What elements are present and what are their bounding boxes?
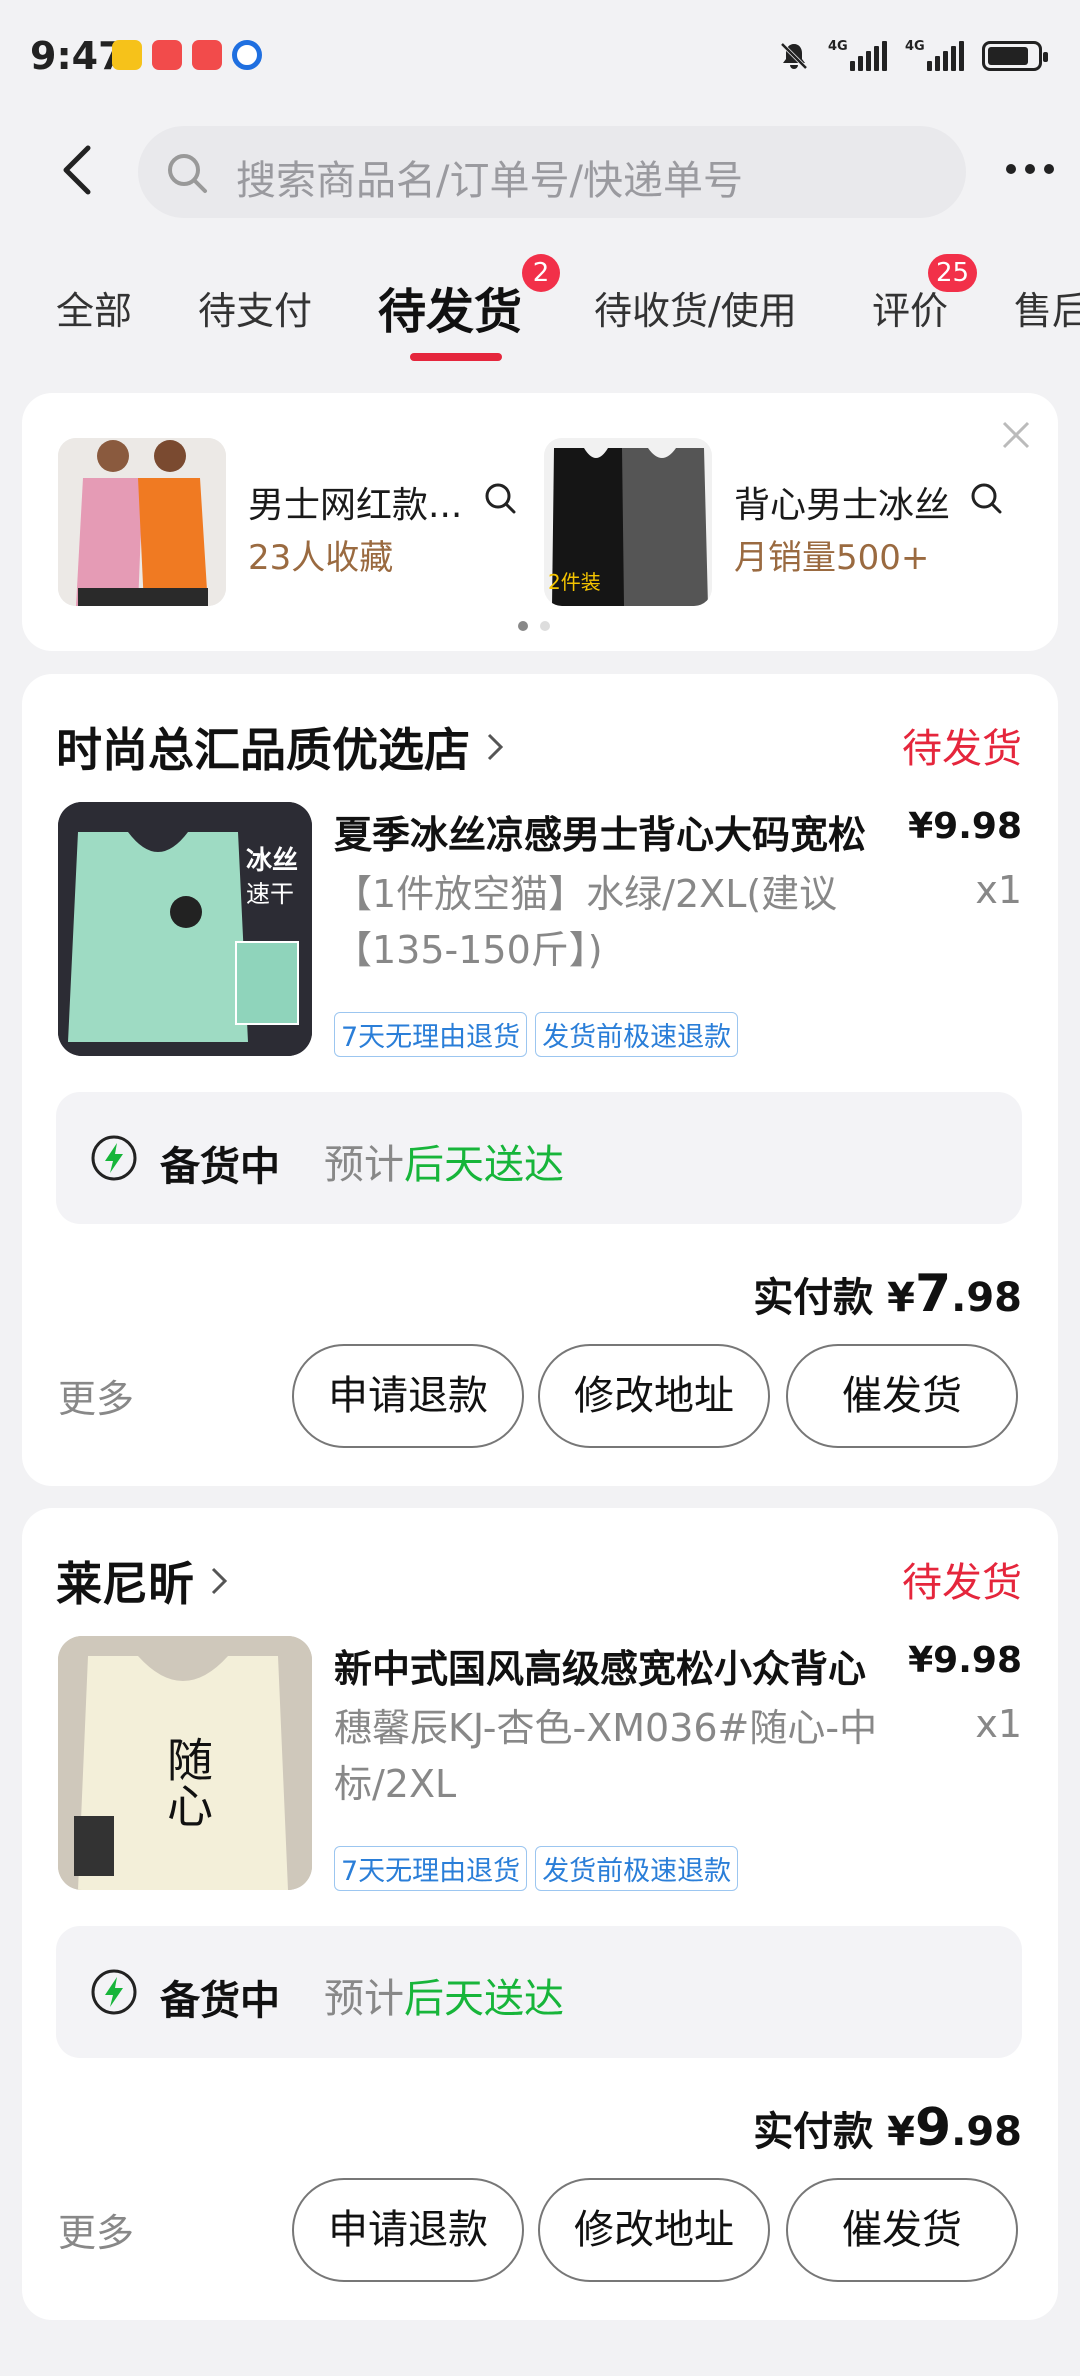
product-sku: 穗馨辰KJ-杏色-XM036#随心-中标/2XL [334,1706,878,1806]
service-tag: 发货前极速退款 [535,1012,739,1057]
tab-all[interactable]: 全部 [56,280,132,335]
product-price: ¥9.98 [908,806,1022,847]
product-image [58,438,226,606]
more-options-icon[interactable] [1006,164,1054,174]
status-app-icons [112,40,262,70]
search-icon[interactable] [968,480,1004,516]
delivery-estimate: 预计后天送达 [324,1142,564,1188]
more-link[interactable]: 更多 [58,2202,134,2257]
image-label: 速干 [246,880,294,908]
lightning-icon [91,1969,137,2015]
battery-icon [982,41,1048,71]
chevron-right-icon [211,1567,228,1595]
image-caption: 2件装 [548,570,601,594]
paid-amount: 实付款 ¥7.98 [753,1264,1022,1324]
shipping-status-box[interactable]: 备货中 预计后天送达 [56,1926,1022,2058]
urge-shipping-button[interactable]: 催发货 [786,1344,1018,1448]
recommendation-card: 男士网红款... 23人收藏 2件装 背心男士冰丝 月销量500+ [22,393,1058,651]
app-notification-icon [192,40,222,70]
order-tabs: 全部 待支付 待发货 2 待收货/使用 评价 25 售后 [0,254,1080,368]
app-notification-icon [232,40,262,70]
tab-to-ship[interactable]: 待发货 [378,272,522,342]
search-icon[interactable] [482,480,518,516]
refund-button[interactable]: 申请退款 [292,2178,524,2282]
header: 搜索商品名/订单号/快递单号 [0,118,1080,228]
back-arrow-icon[interactable] [50,140,110,200]
status-bar: 9:47 4G 4G [0,0,1080,118]
recommended-product[interactable]: 男士网红款... 23人收藏 [58,438,528,608]
search-input[interactable]: 搜索商品名/订单号/快递单号 [138,126,966,218]
product-quantity: x1 [975,868,1022,912]
carousel-indicator [518,621,550,631]
lightning-icon [91,1135,137,1181]
paid-amount: 实付款 ¥9.98 [753,2098,1022,2158]
store-name[interactable]: 时尚总汇品质优选店 [56,714,506,780]
image-label: 随心 [160,1736,214,1828]
service-tags: 7天无理由退货 发货前极速退款 [334,1012,739,1057]
product-image: 2件装 [544,438,712,606]
product-sku: 【1件放空猫】水绿/2XL(建议【135-150斤】) [334,872,838,972]
shipping-status: 备货中 [160,1978,280,2024]
tab-to-pay[interactable]: 待支付 [198,280,312,335]
delivery-estimate: 预计后天送达 [324,1976,564,2022]
more-link[interactable]: 更多 [58,1368,134,1423]
network-type: 4G [905,39,925,54]
chevron-right-icon [487,733,504,761]
refund-button[interactable]: 申请退款 [292,1344,524,1448]
product-title[interactable]: 夏季冰丝凉感男士背心大码宽松 [334,804,874,859]
shipping-status-box[interactable]: 备货中 预计后天送达 [56,1092,1022,1224]
app-notification-icon [152,40,182,70]
network-type: 4G [828,39,848,54]
tab-badge: 25 [928,254,978,292]
tab-badge: 2 [522,254,560,292]
order-status: 待发货 [902,726,1022,772]
status-time: 9:47 [30,34,125,78]
search-placeholder: 搜索商品名/订单号/快递单号 [236,158,743,204]
search-icon [168,154,207,193]
order-status: 待发货 [902,1560,1022,1606]
service-tag: 7天无理由退货 [334,1012,528,1057]
signal-icon: 4G [828,39,887,71]
tab-after-sales[interactable]: 售后 [1014,280,1080,335]
product-quantity: x1 [975,1702,1022,1746]
recommended-product[interactable]: 2件装 背心男士冰丝 月销量500+ [544,438,1014,608]
product-title: 背心男士冰丝 [734,485,951,526]
app-notification-icon [112,40,142,70]
signal-icon: 4G [905,39,964,71]
mute-icon [780,42,808,70]
monthly-sales: 月销量500+ [734,538,930,578]
service-tags: 7天无理由退货 发货前极速退款 [334,1846,739,1891]
active-tab-indicator [410,353,502,361]
product-image[interactable]: 随心 [58,1636,312,1890]
tab-to-receive[interactable]: 待收货/使用 [594,280,797,335]
shipping-status: 备货中 [160,1144,280,1190]
product-title: 男士网红款... [248,485,463,526]
store-name[interactable]: 莱尼昕 [56,1548,230,1614]
image-label: 冰丝 [246,846,299,876]
service-tag: 7天无理由退货 [334,1846,528,1891]
change-address-button[interactable]: 修改地址 [538,2178,770,2282]
urge-shipping-button[interactable]: 催发货 [786,2178,1018,2282]
favorite-count: 23人收藏 [248,538,394,578]
order-card[interactable]: 莱尼昕 待发货 随心 新中式国风高级感宽松小众背心 ¥9.98 穗馨辰KJ-杏色… [22,1508,1058,2320]
order-card[interactable]: 时尚总汇品质优选店 待发货 冰丝 速干 夏季冰丝凉感男士背心大码宽松 ¥9.98… [22,674,1058,1486]
product-price: ¥9.98 [908,1640,1022,1681]
product-image[interactable]: 冰丝 速干 [58,802,312,1056]
change-address-button[interactable]: 修改地址 [538,1344,770,1448]
product-title[interactable]: 新中式国风高级感宽松小众背心 [334,1638,874,1693]
service-tag: 发货前极速退款 [535,1846,739,1891]
